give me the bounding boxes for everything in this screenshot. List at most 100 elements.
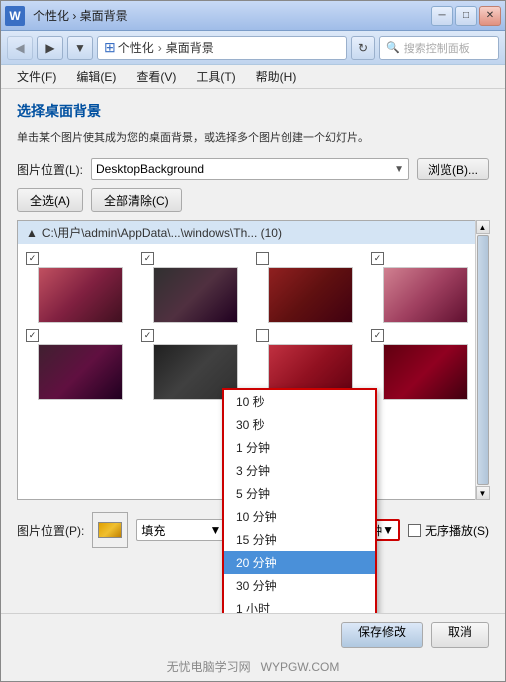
- no-shuffle-row: 无序播放(S): [408, 522, 489, 539]
- image-grid: [18, 244, 488, 408]
- dropdown-item-9[interactable]: 1 小时: [224, 597, 375, 613]
- checkbox-row-0: [26, 252, 135, 265]
- location-label: 图片位置(L):: [17, 161, 83, 178]
- no-shuffle-checkbox[interactable]: [408, 524, 421, 537]
- grid-header: ▲ C:\用户\admin\AppData\...\windows\Th... …: [18, 221, 488, 244]
- image-cell-3: [371, 252, 480, 323]
- dropdown-item-3[interactable]: 3 分钟: [224, 459, 375, 482]
- dropdown-item-6[interactable]: 15 分钟: [224, 528, 375, 551]
- image-cell-7: [371, 329, 480, 400]
- cancel-button[interactable]: 取消: [431, 622, 489, 648]
- forward-button[interactable]: ▶: [37, 36, 63, 60]
- title-bar: W 个性化 › 桌面背景 ─ □ ✕: [1, 1, 505, 31]
- breadcrumb: ⊞ 个性化 › 桌面背景: [97, 36, 347, 60]
- window-logo: W: [5, 6, 25, 26]
- select-all-button[interactable]: 全选(A): [17, 188, 83, 212]
- dropdown-item-1[interactable]: 30 秒: [224, 413, 375, 436]
- checkbox-row-4: [26, 329, 135, 342]
- image-thumb-3[interactable]: [383, 267, 468, 323]
- checkbox-row-1: [141, 252, 250, 265]
- fit-select[interactable]: 填充 ▼: [136, 519, 226, 541]
- title-bar-left: W 个性化 › 桌面背景: [5, 6, 128, 26]
- interval-dropdown: 10 秒 30 秒 1 分钟 3 分钟 5 分钟 10 分钟 15 分钟 20 …: [222, 388, 377, 613]
- search-box[interactable]: 🔍 搜索控制面板: [379, 36, 499, 60]
- location-row: 图片位置(L): DesktopBackground ▼ 浏览(B)...: [17, 158, 489, 180]
- page-title: 选择桌面背景: [17, 101, 489, 121]
- save-button[interactable]: 保存修改: [341, 622, 423, 648]
- dropdown-item-0[interactable]: 10 秒: [224, 390, 375, 413]
- scroll-up-button[interactable]: ▲: [476, 220, 490, 234]
- image-cell-2: [256, 252, 365, 323]
- menu-edit[interactable]: 编辑(E): [68, 66, 124, 87]
- breadcrumb-part1: 个性化: [118, 39, 154, 56]
- fit-value: 填充: [141, 522, 165, 539]
- breadcrumb-part2: 桌面背景: [166, 39, 214, 56]
- image-cell-1: [141, 252, 250, 323]
- image-checkbox-3[interactable]: [371, 252, 384, 265]
- image-checkbox-1[interactable]: [141, 252, 154, 265]
- recent-button[interactable]: ▼: [67, 36, 93, 60]
- menu-file[interactable]: 文件(F): [9, 66, 64, 87]
- menu-tools[interactable]: 工具(T): [188, 66, 243, 87]
- scroll-thumb[interactable]: [477, 235, 489, 485]
- grid-header-triangle: ▲: [26, 226, 38, 240]
- watermark-text: 无忧电脑学习网 WYPGW.COM: [167, 660, 340, 674]
- checkbox-row-2: [256, 252, 365, 265]
- page-description: 单击某个图片使其成为您的桌面背景，或选择多个图片创建一个幻灯片。: [17, 131, 489, 146]
- image-checkbox-0[interactable]: [26, 252, 39, 265]
- position-preview: [92, 512, 128, 548]
- search-icon: 🔍: [386, 41, 400, 54]
- close-button[interactable]: ✕: [479, 6, 501, 26]
- no-shuffle-label: 无序播放(S): [425, 522, 489, 539]
- image-checkbox-5[interactable]: [141, 329, 154, 342]
- checkbox-row-7: [371, 329, 480, 342]
- image-thumb-0[interactable]: [38, 267, 123, 323]
- menu-bar: 文件(F) 编辑(E) 查看(V) 工具(T) 帮助(H): [1, 65, 505, 89]
- main-window: W 个性化 › 桌面背景 ─ □ ✕ ◀ ▶ ▼ ⊞ 个性化 › 桌面背景 ↻ …: [0, 0, 506, 682]
- scrollbar: ▲ ▼: [475, 220, 489, 500]
- image-grid-wrapper: ▲ C:\用户\admin\AppData\...\windows\Th... …: [17, 220, 489, 500]
- dropdown-item-5[interactable]: 10 分钟: [224, 505, 375, 528]
- menu-view[interactable]: 查看(V): [128, 66, 184, 87]
- footer: 保存修改 取消: [1, 613, 505, 656]
- image-thumb-2[interactable]: [268, 267, 353, 323]
- dropdown-item-2[interactable]: 1 分钟: [224, 436, 375, 459]
- breadcrumb-logo-icon: ⊞: [104, 39, 116, 56]
- dropdown-item-4[interactable]: 5 分钟: [224, 482, 375, 505]
- watermark: 无忧电脑学习网 WYPGW.COM: [1, 656, 505, 681]
- dropdown-item-7[interactable]: 20 分钟: [224, 551, 375, 574]
- menu-help[interactable]: 帮助(H): [248, 66, 305, 87]
- image-checkbox-6[interactable]: [256, 329, 269, 342]
- location-dropdown-icon: ▼: [394, 164, 404, 175]
- image-checkbox-7[interactable]: [371, 329, 384, 342]
- window-title: 个性化 › 桌面背景: [33, 7, 128, 24]
- image-checkbox-2[interactable]: [256, 252, 269, 265]
- scroll-down-button[interactable]: ▼: [476, 486, 490, 500]
- minimize-button[interactable]: ─: [431, 6, 453, 26]
- image-cell-4: [26, 329, 135, 400]
- browse-button[interactable]: 浏览(B)...: [417, 158, 489, 180]
- nav-bar: ◀ ▶ ▼ ⊞ 个性化 › 桌面背景 ↻ 🔍 搜索控制面板: [1, 31, 505, 65]
- image-thumb-1[interactable]: [153, 267, 238, 323]
- main-content: 选择桌面背景 单击某个图片使其成为您的桌面背景，或选择多个图片创建一个幻灯片。 …: [1, 89, 505, 613]
- refresh-button[interactable]: ↻: [351, 36, 375, 60]
- position-label: 图片位置(P):: [17, 522, 84, 539]
- position-controls: 填充 ▼: [92, 512, 226, 548]
- dropdown-item-8[interactable]: 30 分钟: [224, 574, 375, 597]
- preview-thumbnail: [98, 522, 122, 538]
- location-select[interactable]: DesktopBackground ▼: [91, 158, 409, 180]
- search-placeholder: 搜索控制面板: [404, 40, 470, 56]
- location-value: DesktopBackground: [96, 162, 204, 176]
- image-checkbox-4[interactable]: [26, 329, 39, 342]
- breadcrumb-separator: ›: [158, 41, 162, 55]
- maximize-button[interactable]: □: [455, 6, 477, 26]
- title-bar-controls: ─ □ ✕: [431, 6, 501, 26]
- image-thumb-4[interactable]: [38, 344, 123, 400]
- fit-dropdown-icon: ▼: [209, 523, 221, 537]
- interval-dropdown-icon: ▼: [382, 523, 394, 537]
- checkbox-row-6: [256, 329, 365, 342]
- image-thumb-7[interactable]: [383, 344, 468, 400]
- checkbox-row-3: [371, 252, 480, 265]
- back-button[interactable]: ◀: [7, 36, 33, 60]
- clear-all-button[interactable]: 全部清除(C): [91, 188, 182, 212]
